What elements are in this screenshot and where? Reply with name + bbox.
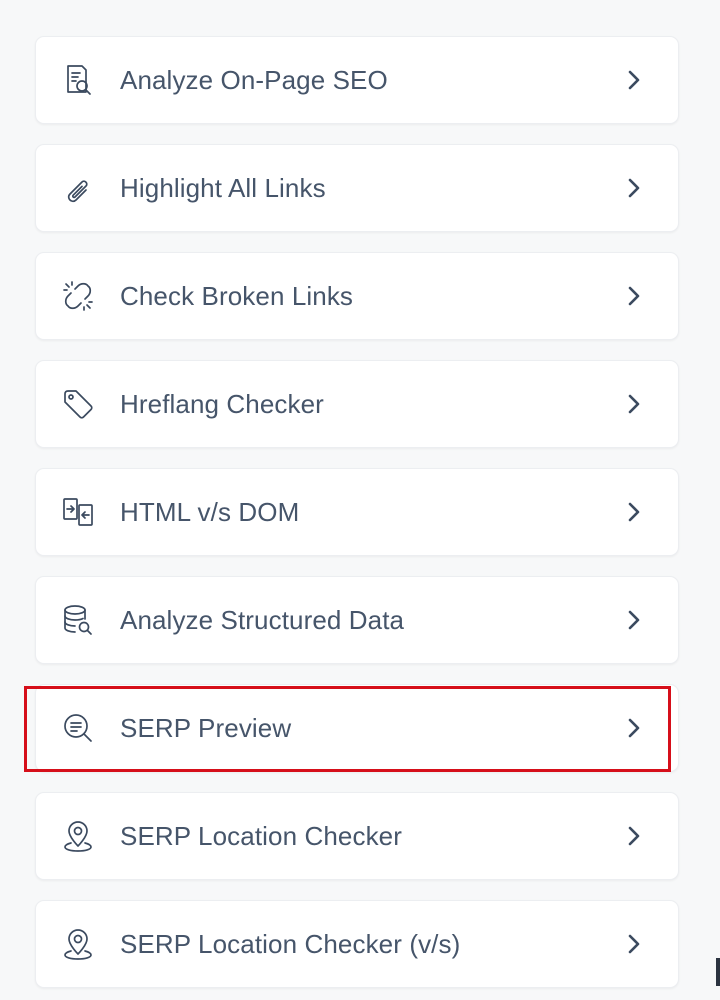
- document-search-icon: [58, 60, 98, 100]
- menu-item-label: SERP Location Checker: [120, 820, 402, 851]
- menu-item-serp-location-checker[interactable]: SERP Location Checker: [35, 792, 679, 880]
- compare-icon: [58, 492, 98, 532]
- chevron-right-icon: [622, 500, 646, 524]
- broken-link-icon: [58, 276, 98, 316]
- menu-item-label: Analyze On-Page SEO: [120, 64, 388, 95]
- menu-item-serp-preview[interactable]: SERP Preview: [35, 684, 679, 772]
- chevron-right-icon: [622, 392, 646, 416]
- menu-item-hreflang-checker[interactable]: Hreflang Checker: [35, 360, 679, 448]
- menu-item-label: Highlight All Links: [120, 172, 326, 203]
- paperclip-icon: [58, 168, 98, 208]
- chevron-right-icon: [622, 176, 646, 200]
- search-lines-icon: [58, 708, 98, 748]
- chevron-right-icon: [622, 824, 646, 848]
- menu-item-check-broken-links[interactable]: Check Broken Links: [35, 252, 679, 340]
- menu-item-label: Check Broken Links: [120, 280, 354, 311]
- menu-item-label: SERP Location Checker (v/s): [120, 928, 461, 959]
- menu-item-html-vs-dom[interactable]: HTML v/s DOM: [35, 468, 679, 556]
- database-search-icon: [58, 600, 98, 640]
- menu-item-label: SERP Preview: [120, 712, 292, 743]
- menu-item-label: Hreflang Checker: [120, 388, 324, 419]
- tools-menu: Analyze On-Page SEO Highlight All Links …: [0, 0, 720, 1000]
- chevron-right-icon: [622, 608, 646, 632]
- location-pin-icon: [58, 816, 98, 856]
- menu-item-label: HTML v/s DOM: [120, 496, 300, 527]
- chevron-right-icon: [622, 716, 646, 740]
- chevron-right-icon: [622, 68, 646, 92]
- menu-item-serp-location-checker-vs[interactable]: SERP Location Checker (v/s): [35, 900, 679, 988]
- menu-item-highlight-all-links[interactable]: Highlight All Links: [35, 144, 679, 232]
- menu-item-analyze-structured-data[interactable]: Analyze Structured Data: [35, 576, 679, 664]
- chevron-right-icon: [622, 932, 646, 956]
- scroll-edge-marker: [716, 958, 720, 986]
- menu-item-analyze-on-page-seo[interactable]: Analyze On-Page SEO: [35, 36, 679, 124]
- menu-item-label: Analyze Structured Data: [120, 604, 405, 635]
- tag-icon: [58, 384, 98, 424]
- location-pin-icon: [58, 924, 98, 964]
- chevron-right-icon: [622, 284, 646, 308]
